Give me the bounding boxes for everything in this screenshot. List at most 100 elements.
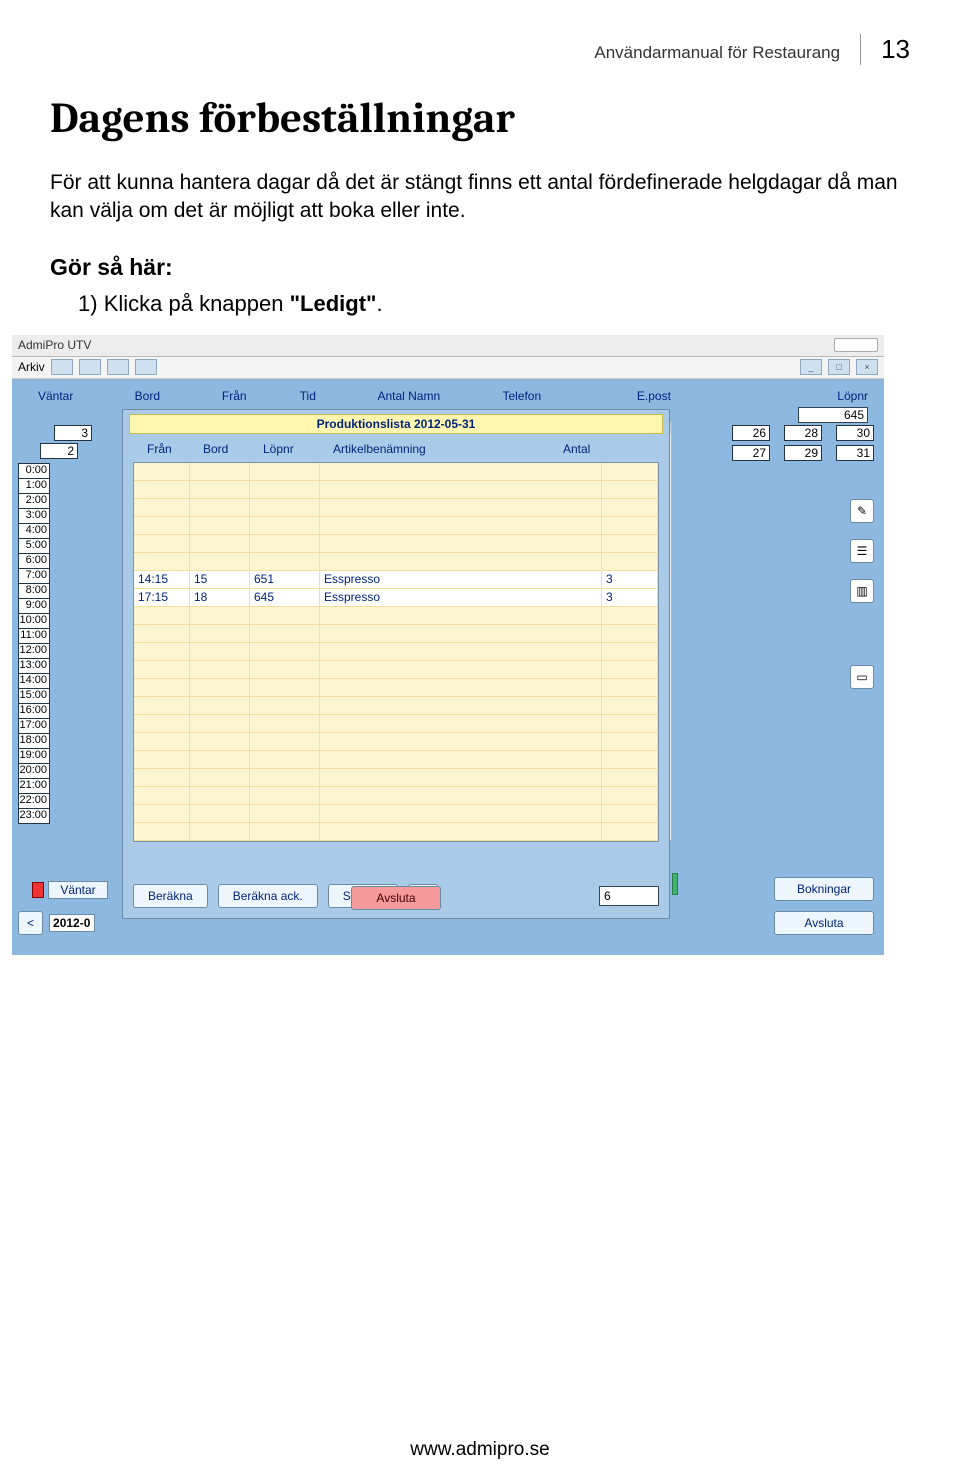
- calendar-day[interactable]: 30: [836, 425, 874, 441]
- cell-fran: 14:15: [134, 571, 190, 588]
- bokningar-button[interactable]: Bokningar: [774, 877, 874, 901]
- time-slot[interactable]: 5:00: [18, 538, 50, 554]
- time-slot[interactable]: 21:00: [18, 778, 50, 794]
- cell-lopnr: 645: [250, 589, 320, 606]
- time-slot[interactable]: 1:00: [18, 478, 50, 494]
- col-lopnr: Löpnr: [811, 389, 868, 403]
- cell-antal: 3: [602, 589, 658, 606]
- close-icon[interactable]: ×: [856, 359, 878, 375]
- time-slot[interactable]: 13:00: [18, 658, 50, 674]
- list-row[interactable]: 17:1518645Esspresso3: [134, 589, 658, 607]
- maximize-icon[interactable]: □: [828, 359, 850, 375]
- time-slot[interactable]: 14:00: [18, 673, 50, 689]
- people-icon[interactable]: ☰: [850, 539, 874, 563]
- time-slot[interactable]: 10:00: [18, 613, 50, 629]
- col-vantar: Väntar: [38, 389, 95, 403]
- columns-header: Väntar Bord Från Tid Antal Namn Telefon …: [18, 385, 878, 407]
- edit-icon[interactable]: ✎: [850, 499, 874, 523]
- calendar-right: 26 28 30 27 29 31: [732, 425, 874, 461]
- calendar-day[interactable]: 29: [784, 445, 822, 461]
- dlg-col-fran: Från: [147, 442, 203, 456]
- list-row[interactable]: 14:1515651Esspresso3: [134, 571, 658, 589]
- steps-title: Gör så här:: [50, 254, 910, 281]
- time-slot[interactable]: 7:00: [18, 568, 50, 584]
- prev-button[interactable]: <: [18, 911, 43, 935]
- window-control[interactable]: [834, 338, 878, 352]
- calendar-day[interactable]: 28: [784, 425, 822, 441]
- berakna-ack-button[interactable]: Beräkna ack.: [218, 884, 318, 908]
- dialog-footer: Beräkna Beräkna ack. Skriv ut ✎ 6 Avslut…: [133, 884, 659, 908]
- menubar: Arkiv _ □ ×: [12, 357, 884, 379]
- time-slot[interactable]: 16:00: [18, 703, 50, 719]
- list-row-empty: [134, 499, 658, 517]
- calendar-day[interactable]: 27: [732, 445, 770, 461]
- berakna-button[interactable]: Beräkna: [133, 884, 208, 908]
- side-buttons: Bokningar Avsluta: [774, 877, 874, 935]
- total-count: 6: [599, 886, 659, 906]
- date-field[interactable]: 2012-0: [49, 914, 95, 932]
- dlg-col-art: Artikelbenämning: [333, 442, 563, 456]
- minimize-icon[interactable]: _: [800, 359, 822, 375]
- section-heading: Dagens förbeställningar: [50, 93, 910, 143]
- status-indicator: [672, 873, 678, 895]
- time-slot[interactable]: 6:00: [18, 553, 50, 569]
- step-item: 1) Klicka på knappen "Ledigt".: [78, 291, 910, 317]
- nav-prev-icon[interactable]: [79, 359, 101, 375]
- time-slot[interactable]: 2:00: [18, 493, 50, 509]
- report-icon[interactable]: ▥: [850, 579, 874, 603]
- list-row-empty: [134, 625, 658, 643]
- time-slot[interactable]: 17:00: [18, 718, 50, 734]
- time-slot[interactable]: 3:00: [18, 508, 50, 524]
- calendar-day[interactable]: 26: [732, 425, 770, 441]
- cell-fran: 17:15: [134, 589, 190, 606]
- list-row-empty: [134, 535, 658, 553]
- step-text: Klicka på knappen: [104, 291, 290, 316]
- nav-next-icon[interactable]: [107, 359, 129, 375]
- dlg-col-lopnr: Löpnr: [263, 442, 333, 456]
- time-slot[interactable]: 11:00: [18, 628, 50, 644]
- time-slot[interactable]: 18:00: [18, 733, 50, 749]
- time-slot[interactable]: 23:00: [18, 808, 50, 824]
- calendar-day[interactable]: 31: [836, 445, 874, 461]
- vantar-status[interactable]: Väntar: [32, 881, 108, 899]
- col-telefon: Telefon: [502, 389, 596, 403]
- col-epost: E.post: [637, 389, 731, 403]
- avsluta-button[interactable]: Avsluta: [774, 911, 874, 935]
- step-number: 1): [78, 291, 98, 316]
- dialog-list: 14:1515651Esspresso317:1518645Esspresso3: [133, 462, 659, 842]
- nav-first-icon[interactable]: [51, 359, 73, 375]
- list-row-empty: [134, 715, 658, 733]
- list-row-empty: [134, 805, 658, 823]
- time-slot[interactable]: 15:00: [18, 688, 50, 704]
- page-icon[interactable]: ▭: [850, 665, 874, 689]
- cell-bord: 18: [190, 589, 250, 606]
- running-head: Användarmanual för Restaurang: [594, 43, 840, 63]
- time-slot[interactable]: 20:00: [18, 763, 50, 779]
- dialog-avsluta-button[interactable]: Avsluta: [351, 886, 441, 910]
- time-slot[interactable]: 22:00: [18, 793, 50, 809]
- cell-bord: 15: [190, 571, 250, 588]
- status-dot-icon: [32, 882, 44, 898]
- dlg-col-antal: Antal: [563, 442, 623, 456]
- step-tail: .: [376, 291, 382, 316]
- time-slot[interactable]: 4:00: [18, 523, 50, 539]
- bottom-left-controls: < 2012-0: [18, 911, 95, 935]
- list-row-empty: [134, 643, 658, 661]
- time-slot[interactable]: 8:00: [18, 583, 50, 599]
- list-row-empty: [134, 697, 658, 715]
- calendar-day[interactable]: 2: [40, 443, 78, 459]
- calendar-left-bot: 2: [40, 443, 78, 459]
- col-antal-namn: Antal Namn: [377, 389, 462, 403]
- time-slot[interactable]: 9:00: [18, 598, 50, 614]
- calendar-day[interactable]: 3: [54, 425, 92, 441]
- time-slot[interactable]: 19:00: [18, 748, 50, 764]
- time-slot[interactable]: 12:00: [18, 643, 50, 659]
- menu-arkiv[interactable]: Arkiv: [18, 360, 45, 374]
- intro-paragraph: För att kunna hantera dagar då det är st…: [50, 169, 900, 226]
- col-tid: Tid: [300, 389, 338, 403]
- lopnr-field[interactable]: 645: [798, 407, 868, 423]
- page-number: 13: [860, 34, 910, 65]
- time-slot[interactable]: 0:00: [18, 463, 50, 479]
- list-row-empty: [134, 733, 658, 751]
- nav-last-icon[interactable]: [135, 359, 157, 375]
